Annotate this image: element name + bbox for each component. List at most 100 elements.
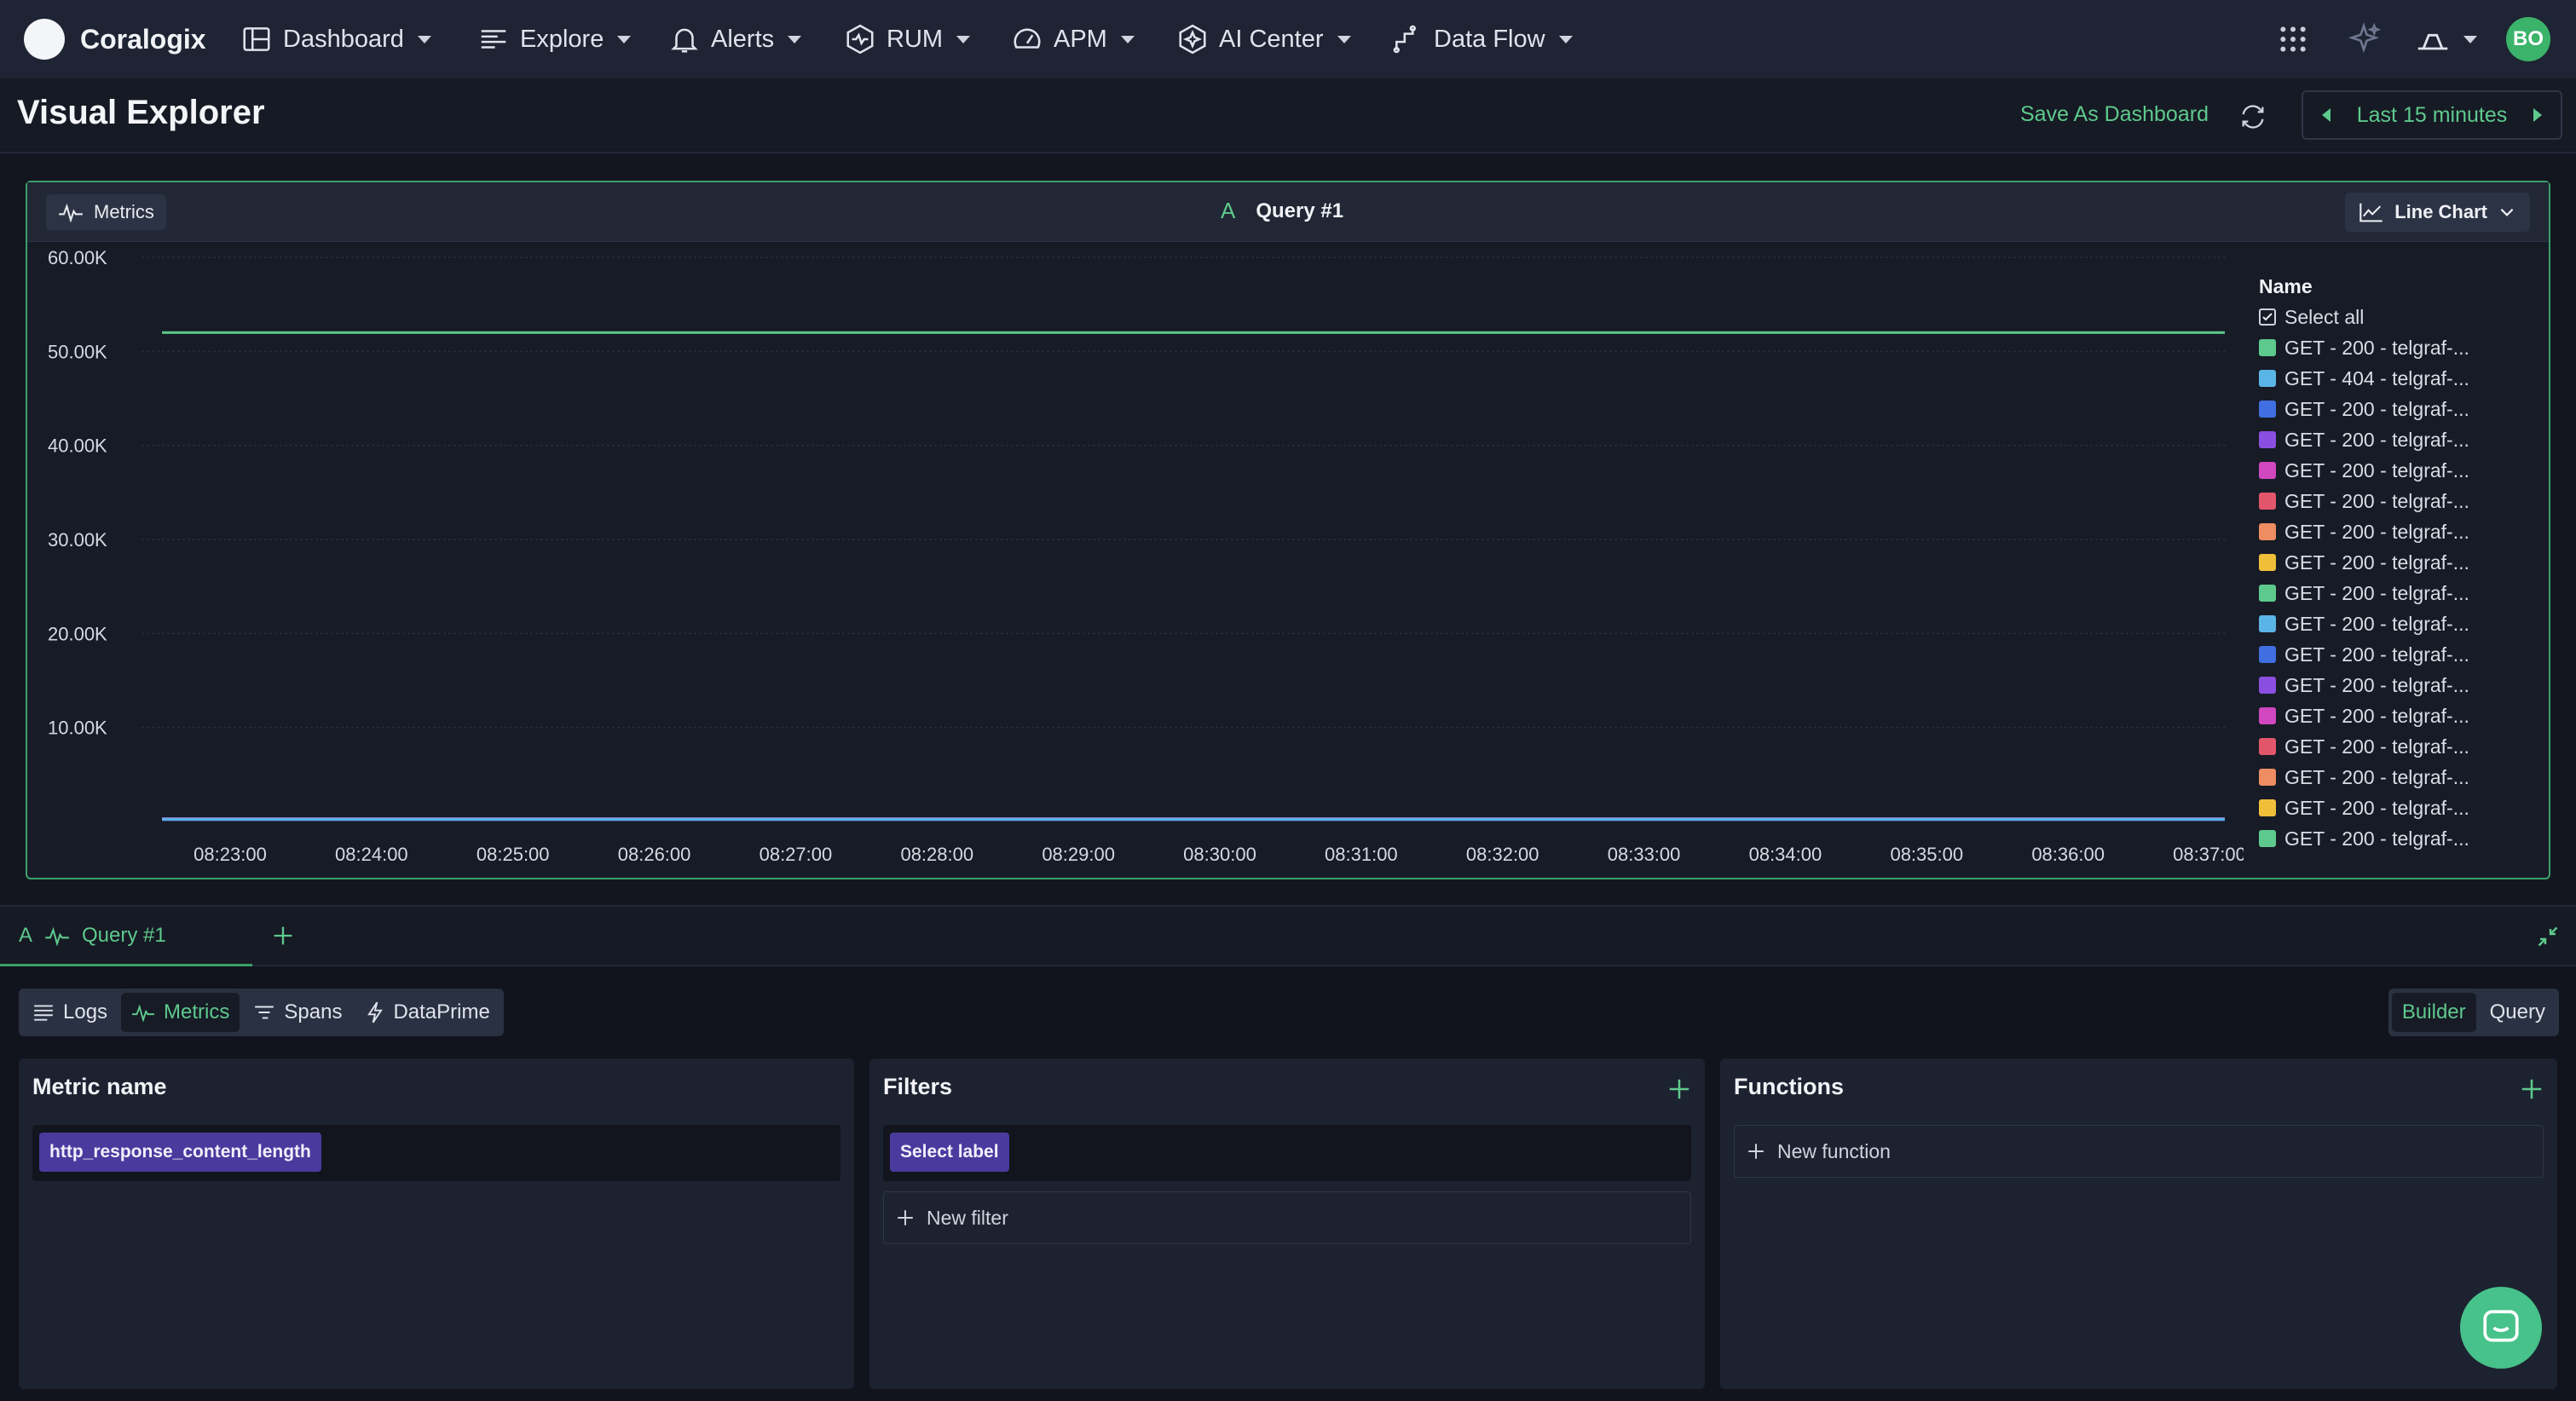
legend-item[interactable]: GET - 200 - telgraf-...	[2259, 670, 2540, 700]
add-filter-button[interactable]	[1667, 1077, 1691, 1101]
metric-name-card: Metric name http_response_content_length	[19, 1058, 854, 1389]
query-builder: Logs Metrics Spans DataPrime Builder Que…	[0, 966, 2576, 1401]
nav-dashboard[interactable]: Dashboard	[240, 19, 431, 60]
legend-item[interactable]: GET - 200 - telgraf-...	[2259, 823, 2540, 854]
x-tick-label: 08:23:00	[193, 844, 267, 865]
chart-toolbar: Metrics A Query #1 Line Chart	[27, 182, 2549, 242]
spans-icon	[255, 1006, 274, 1019]
legend-item[interactable]: GET - 404 - telgraf-...	[2259, 363, 2540, 394]
legend-item[interactable]: GET - 200 - telgraf-...	[2259, 394, 2540, 424]
nav-apm[interactable]: APM	[1011, 19, 1135, 60]
tab-builder[interactable]: Builder	[2391, 993, 2476, 1032]
chevron-down-icon	[1558, 35, 1573, 43]
tab-metrics-label: Metrics	[164, 1000, 230, 1023]
legend-item[interactable]: GET - 200 - telgraf-...	[2259, 639, 2540, 670]
chart-type-select[interactable]: Line Chart	[2345, 193, 2530, 232]
new-function-button[interactable]: New function	[1734, 1125, 2544, 1178]
nav-rum[interactable]: RUM	[844, 19, 971, 60]
legend-swatch	[2259, 401, 2276, 418]
x-tick-label: 08:30:00	[1183, 844, 1256, 865]
legend-item[interactable]: GET - 200 - telgraf-...	[2259, 332, 2540, 363]
chat-support-button[interactable]	[2460, 1287, 2542, 1369]
legend-label: GET - 200 - telgraf-...	[2284, 489, 2469, 512]
legend-item[interactable]: GET - 200 - telgraf-...	[2259, 547, 2540, 578]
legend-swatch	[2259, 339, 2276, 356]
filter-label-field[interactable]: Select label	[883, 1125, 1691, 1181]
legend-item[interactable]: GET - 200 - telgraf-...	[2259, 762, 2540, 793]
time-next-icon[interactable]	[2533, 108, 2542, 122]
legend-label: GET - 200 - telgraf-...	[2284, 612, 2469, 635]
apps-grid-button[interactable]	[2276, 17, 2310, 61]
nav-alerts[interactable]: Alerts	[668, 19, 802, 60]
nav-data-flow[interactable]: Data Flow	[1391, 19, 1573, 60]
sparkle-icon	[2348, 22, 2382, 54]
refresh-button[interactable]	[2232, 95, 2274, 138]
legend-swatch	[2259, 523, 2276, 540]
time-prev-icon[interactable]	[2322, 108, 2331, 122]
chat-icon	[2483, 1310, 2519, 1342]
x-tick-label: 08:34:00	[1749, 844, 1822, 865]
chart-legend: Name Select all GET - 200 - telgraf-... G…	[2259, 271, 2540, 854]
legend-swatch	[2259, 585, 2276, 602]
chart-panel: Metrics A Query #1 Line Chart 10.00K 20.0…	[26, 181, 2550, 879]
chart-type-label: Line Chart	[2394, 201, 2487, 222]
tab-logs[interactable]: Logs	[22, 993, 118, 1032]
data-source-chip[interactable]: Metrics	[46, 194, 166, 230]
legend-item[interactable]: GET - 200 - telgraf-...	[2259, 516, 2540, 547]
tab-query-1[interactable]: A Query #1	[0, 907, 252, 966]
new-filter-button[interactable]: New filter	[883, 1191, 1691, 1244]
new-function-label: New function	[1777, 1139, 1891, 1162]
query-name: Query #1	[1256, 199, 1344, 222]
brand-logo[interactable]: Coralogix	[24, 19, 206, 60]
y-tick-label: 40.00K	[48, 435, 107, 457]
data-flow-icon	[1393, 25, 1416, 54]
checkbox-checked-icon[interactable]	[2259, 308, 2276, 326]
tab-query[interactable]: Query	[2480, 993, 2556, 1032]
legend-select-all[interactable]: Select all	[2259, 302, 2540, 332]
refresh-icon	[2242, 105, 2264, 129]
chevron-down-icon	[956, 35, 971, 43]
tab-metrics[interactable]: Metrics	[121, 993, 240, 1032]
add-function-button[interactable]	[2520, 1077, 2544, 1101]
page-header: Visual Explorer Save As Dashboard Last 1…	[0, 78, 2576, 153]
legend-select-all-label: Select all	[2284, 305, 2365, 328]
legend-item[interactable]: GET - 200 - telgraf-...	[2259, 455, 2540, 486]
legend-label: GET - 200 - telgraf-...	[2284, 704, 2469, 727]
tab-logs-label: Logs	[63, 1000, 108, 1023]
avatar: BO	[2506, 17, 2550, 61]
time-range-picker[interactable]: Last 15 minutes	[2302, 90, 2562, 140]
collapse-button[interactable]	[2535, 924, 2561, 949]
new-filter-label: New filter	[927, 1206, 1008, 1229]
nav-explore[interactable]: Explore	[477, 19, 632, 60]
chart-query-title: A Query #1	[1221, 198, 1343, 224]
tab-dataprime[interactable]: DataPrime	[355, 993, 500, 1032]
legend-label: GET - 200 - telgraf-...	[2284, 336, 2469, 359]
legend-item[interactable]: GET - 200 - telgraf-...	[2259, 608, 2540, 639]
select-label-chip[interactable]: Select label	[890, 1133, 1009, 1172]
plus-icon	[1748, 1144, 1764, 1159]
legend-label: GET - 200 - telgraf-...	[2284, 673, 2469, 696]
metric-name-chip[interactable]: http_response_content_length	[39, 1133, 321, 1172]
tab-dataprime-label: DataPrime	[393, 1000, 490, 1023]
y-tick-label: 60.00K	[48, 247, 107, 268]
legend-item[interactable]: GET - 200 - telgraf-...	[2259, 731, 2540, 762]
plus-icon	[274, 926, 292, 945]
legend-swatch	[2259, 799, 2276, 816]
functions-title: Functions	[1734, 1074, 1844, 1099]
ai-sparkle-button[interactable]	[2346, 17, 2382, 61]
legend-item[interactable]: GET - 200 - telgraf-...	[2259, 700, 2540, 731]
legend-item[interactable]: GET - 200 - telgraf-...	[2259, 424, 2540, 455]
legend-item[interactable]: GET - 200 - telgraf-...	[2259, 486, 2540, 516]
environment-menu[interactable]	[2414, 17, 2477, 61]
ai-center-icon	[1179, 24, 1206, 55]
legend-item[interactable]: GET - 200 - telgraf-...	[2259, 793, 2540, 823]
nav-ai-center[interactable]: AI Center	[1176, 19, 1351, 60]
user-menu[interactable]: BO	[2506, 17, 2550, 61]
tab-spans[interactable]: Spans	[243, 993, 352, 1032]
save-as-dashboard-button[interactable]: Save As Dashboard	[2020, 102, 2209, 127]
data-source-label: Metrics	[94, 201, 154, 222]
data-source-tabs: Logs Metrics Spans DataPrime	[19, 989, 504, 1036]
legend-item[interactable]: GET - 200 - telgraf-...	[2259, 578, 2540, 608]
add-query-button[interactable]	[268, 920, 298, 951]
metric-name-field[interactable]: http_response_content_length	[32, 1125, 840, 1181]
